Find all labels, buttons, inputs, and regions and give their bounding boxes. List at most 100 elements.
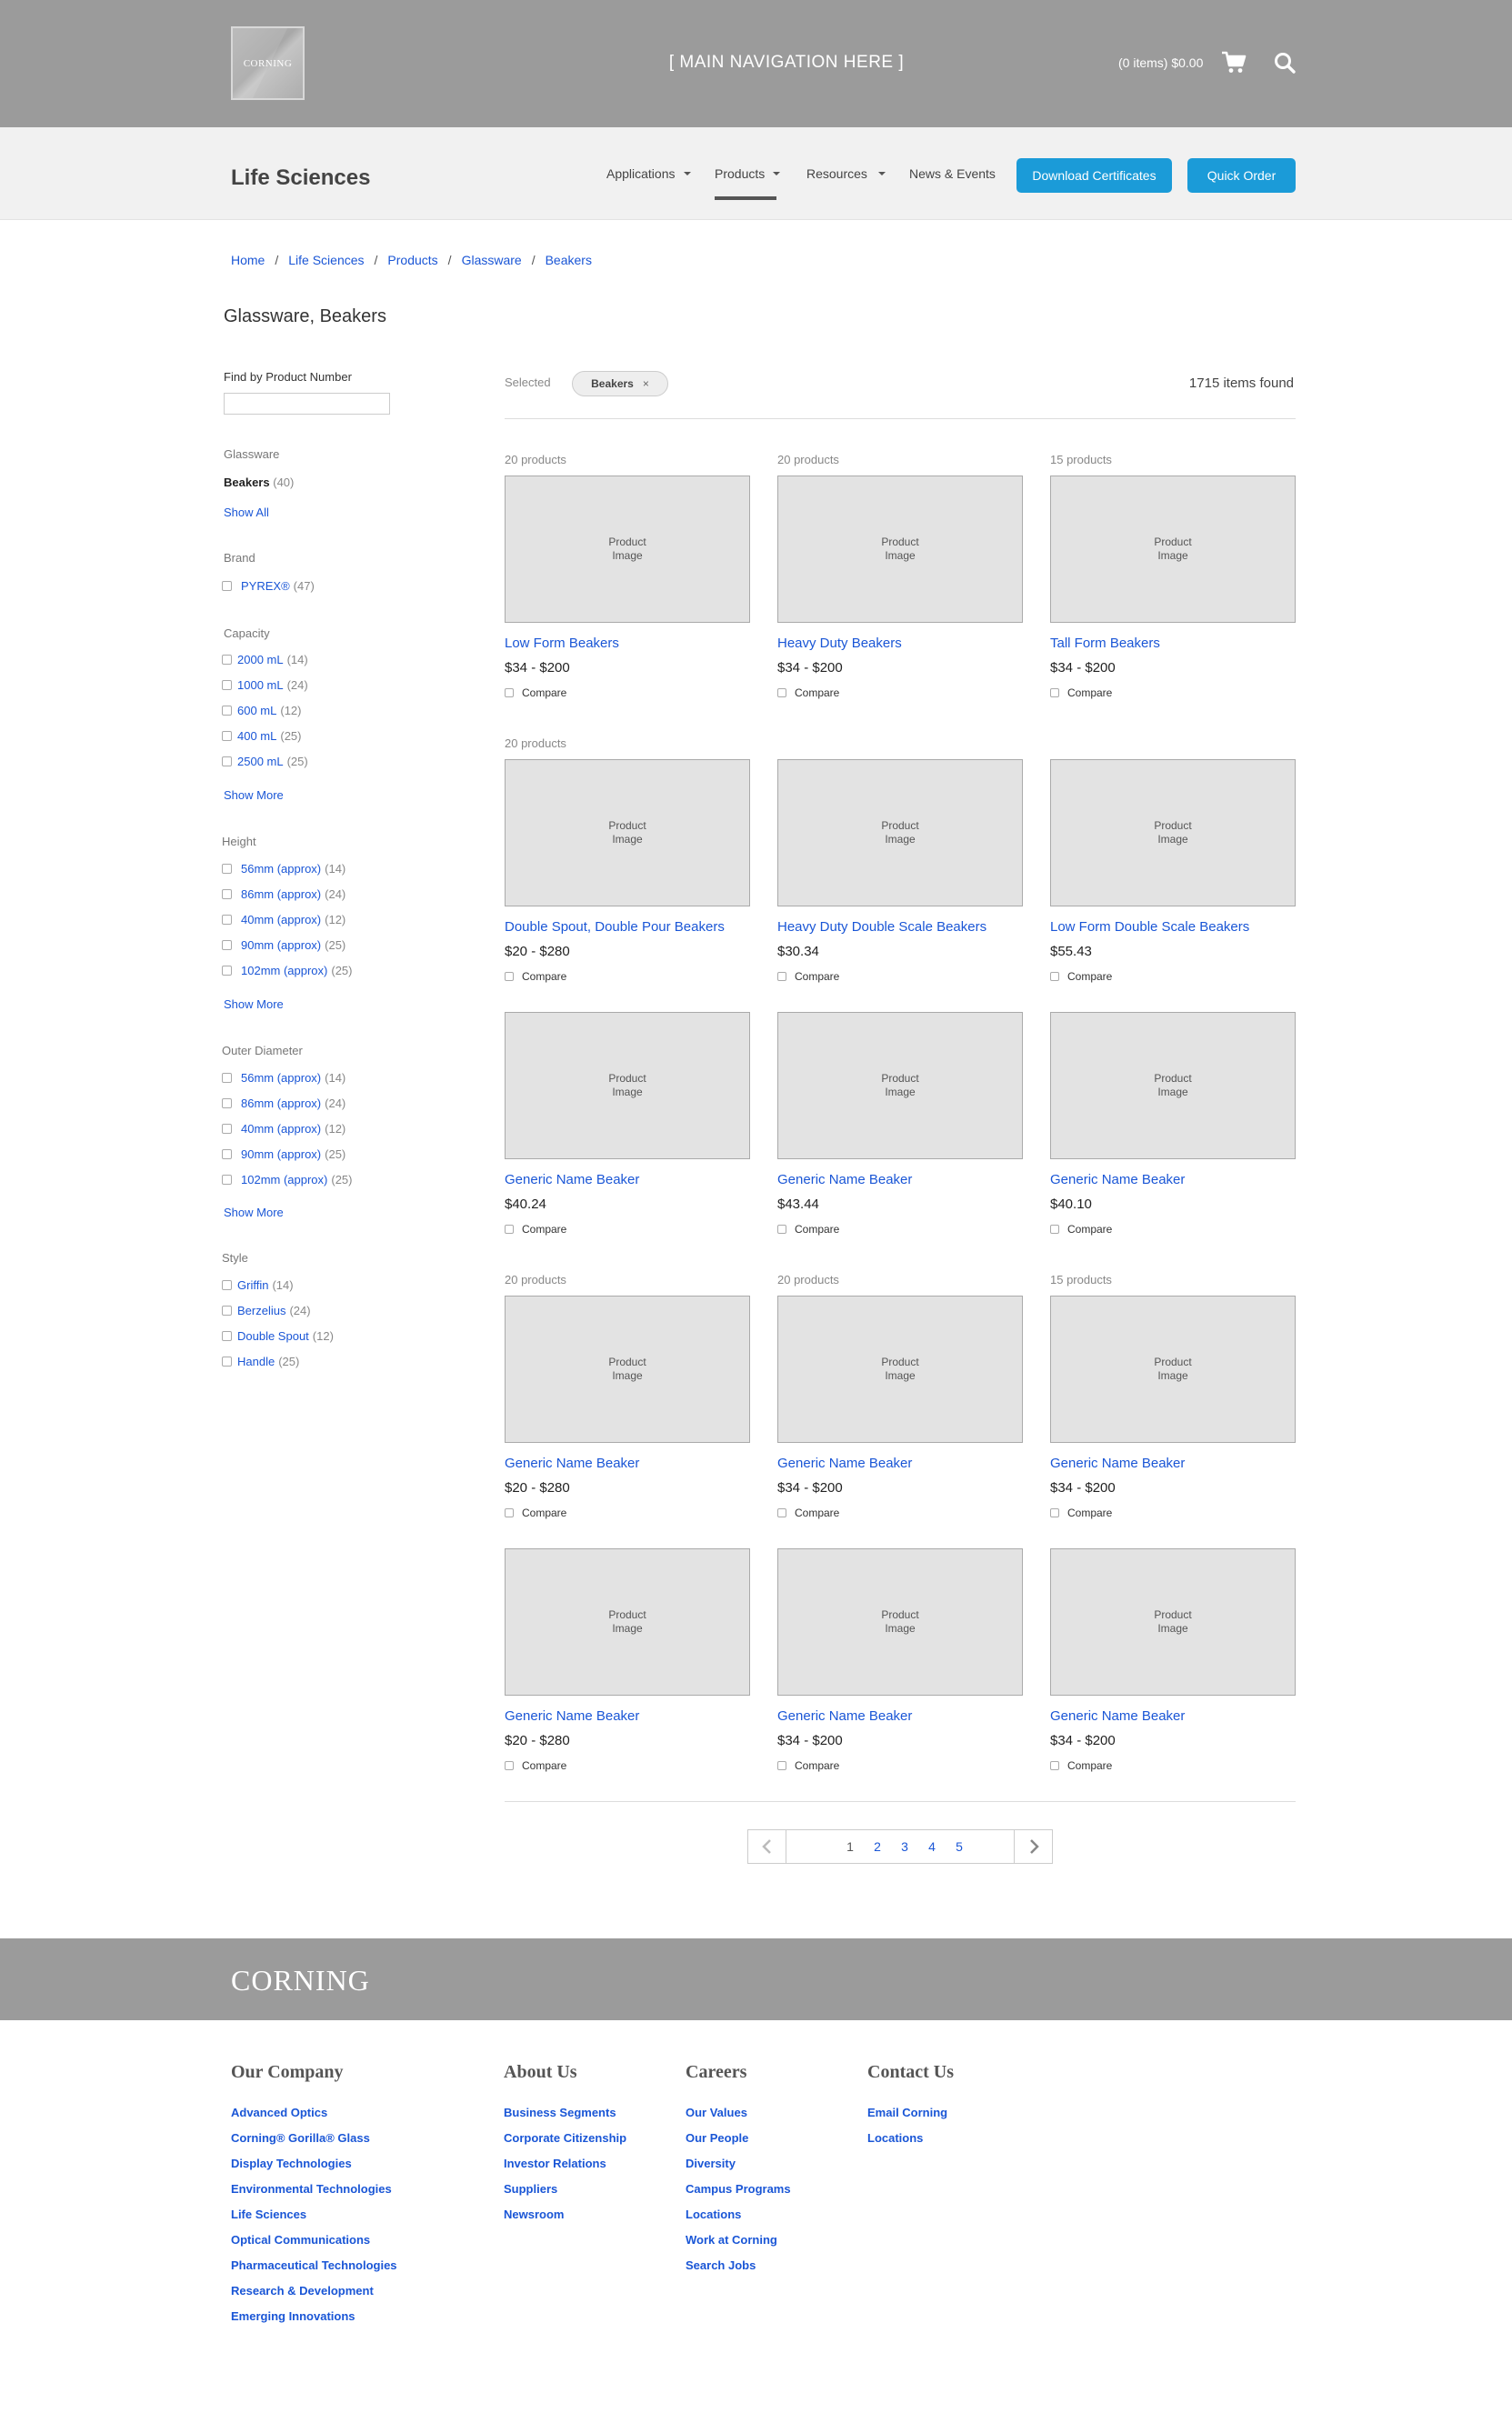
- compare-checkbox[interactable]: [777, 1225, 786, 1234]
- footer-link[interactable]: Research & Development: [231, 2284, 374, 2298]
- footer-link[interactable]: Work at Corning: [686, 2233, 777, 2247]
- close-icon[interactable]: ×: [643, 377, 649, 390]
- footer-link[interactable]: Pharmaceutical Technologies: [231, 2258, 397, 2272]
- next-page-button[interactable]: [1014, 1830, 1052, 1863]
- filter-label[interactable]: 86mm (approx): [241, 887, 321, 901]
- compare-toggle[interactable]: Compare: [505, 1507, 566, 1519]
- page-3[interactable]: 3: [891, 1839, 918, 1854]
- checkbox[interactable]: [222, 1280, 232, 1290]
- product-name-link[interactable]: Generic Name Beaker: [505, 1172, 639, 1187]
- product-name-link[interactable]: Tall Form Beakers: [1050, 636, 1160, 651]
- compare-checkbox[interactable]: [1050, 1761, 1059, 1770]
- checkbox[interactable]: [222, 756, 232, 766]
- compare-toggle[interactable]: Compare: [505, 970, 566, 983]
- checkbox[interactable]: [222, 1073, 232, 1083]
- category-beakers[interactable]: Beakers (40): [224, 476, 294, 489]
- cart-summary[interactable]: (0 items) $0.00: [1118, 55, 1203, 70]
- page-4[interactable]: 4: [918, 1839, 946, 1854]
- checkbox[interactable]: [222, 680, 232, 690]
- product-name-link[interactable]: Generic Name Beaker: [1050, 1708, 1185, 1724]
- filter-outer-90[interactable]: 90mm (approx) (25): [222, 1147, 345, 1161]
- filter-label[interactable]: 600 mL: [237, 704, 276, 717]
- filter-label[interactable]: PYREX®: [241, 579, 290, 593]
- filter-style-double-spout[interactable]: Double Spout (12): [222, 1329, 334, 1343]
- quick-order-button[interactable]: Quick Order: [1187, 158, 1296, 193]
- footer-link[interactable]: Environmental Technologies: [231, 2182, 392, 2196]
- breadcrumb-home[interactable]: Home: [231, 253, 265, 267]
- checkbox[interactable]: [222, 706, 232, 716]
- compare-checkbox[interactable]: [1050, 688, 1059, 697]
- product-image[interactable]: Product Image: [505, 1012, 750, 1159]
- compare-checkbox[interactable]: [777, 1508, 786, 1517]
- filter-style-berzelius[interactable]: Berzelius (24): [222, 1304, 311, 1317]
- filter-capacity-2500[interactable]: 2500 mL (25): [222, 755, 308, 768]
- product-name-link[interactable]: Generic Name Beaker: [1050, 1172, 1185, 1187]
- footer-link[interactable]: Locations: [686, 2208, 741, 2221]
- breadcrumb-life-sciences[interactable]: Life Sciences: [288, 253, 364, 267]
- filter-outer-40[interactable]: 40mm (approx) (12): [222, 1122, 345, 1136]
- checkbox[interactable]: [222, 655, 232, 665]
- footer-link[interactable]: Our Values: [686, 2106, 747, 2119]
- subnav-applications[interactable]: Applications: [606, 166, 691, 181]
- subnav-resources[interactable]: Resources: [806, 166, 886, 181]
- product-image[interactable]: Product Image: [777, 476, 1023, 623]
- page-5[interactable]: 5: [946, 1839, 973, 1854]
- product-image[interactable]: Product Image: [1050, 1296, 1296, 1443]
- footer-link[interactable]: Emerging Innovations: [231, 2309, 355, 2323]
- product-image[interactable]: Product Image: [777, 1548, 1023, 1696]
- filter-height-90[interactable]: 90mm (approx) (25): [222, 938, 345, 952]
- checkbox[interactable]: [222, 889, 232, 899]
- filter-outer-102[interactable]: 102mm (approx) (25): [222, 1173, 353, 1186]
- product-name-link[interactable]: Generic Name Beaker: [777, 1708, 912, 1724]
- filter-height-56[interactable]: 56mm (approx) (14): [222, 862, 345, 876]
- checkbox[interactable]: [222, 940, 232, 950]
- filter-label[interactable]: 1000 mL: [237, 678, 284, 692]
- compare-toggle[interactable]: Compare: [777, 970, 839, 983]
- footer-link[interactable]: Our People: [686, 2131, 748, 2145]
- filter-height-40[interactable]: 40mm (approx) (12): [222, 913, 345, 926]
- filter-height-102[interactable]: 102mm (approx) (25): [222, 964, 353, 977]
- product-name-link[interactable]: Double Spout, Double Pour Beakers: [505, 919, 725, 935]
- compare-checkbox[interactable]: [777, 972, 786, 981]
- compare-checkbox[interactable]: [1050, 972, 1059, 981]
- product-number-input[interactable]: [224, 393, 390, 415]
- footer-link[interactable]: Business Segments: [504, 2106, 616, 2119]
- compare-toggle[interactable]: Compare: [777, 1223, 839, 1236]
- compare-checkbox[interactable]: [777, 688, 786, 697]
- filter-label[interactable]: 400 mL: [237, 729, 276, 743]
- compare-toggle[interactable]: Compare: [1050, 1759, 1112, 1772]
- compare-checkbox[interactable]: [505, 1508, 514, 1517]
- filter-label[interactable]: 90mm (approx): [241, 938, 321, 952]
- breadcrumb-beakers[interactable]: Beakers: [546, 253, 592, 267]
- filter-label[interactable]: 2000 mL: [237, 653, 284, 666]
- filter-label[interactable]: 90mm (approx): [241, 1147, 321, 1161]
- compare-toggle[interactable]: Compare: [505, 1759, 566, 1772]
- compare-toggle[interactable]: Compare: [505, 1223, 566, 1236]
- footer-link[interactable]: Email Corning: [867, 2106, 947, 2119]
- footer-link[interactable]: Diversity: [686, 2157, 736, 2170]
- product-name-link[interactable]: Heavy Duty Double Scale Beakers: [777, 919, 986, 935]
- filter-brand-pyrex[interactable]: PYREX® (47): [222, 579, 315, 593]
- checkbox[interactable]: [222, 1306, 232, 1316]
- filter-capacity-400[interactable]: 400 mL (25): [222, 729, 302, 743]
- footer-link[interactable]: Corning® Gorilla® Glass: [231, 2131, 370, 2145]
- product-image[interactable]: Product Image: [1050, 759, 1296, 906]
- filter-label[interactable]: Griffin: [237, 1278, 268, 1292]
- filter-style-griffin[interactable]: Griffin (14): [222, 1278, 294, 1292]
- page-1[interactable]: 1: [836, 1839, 864, 1854]
- product-name-link[interactable]: Low Form Double Scale Beakers: [1050, 919, 1249, 935]
- footer-link[interactable]: Investor Relations: [504, 2157, 606, 2170]
- compare-toggle[interactable]: Compare: [1050, 1223, 1112, 1236]
- subnav-news-events[interactable]: News & Events: [909, 166, 996, 181]
- filter-capacity-600[interactable]: 600 mL (12): [222, 704, 302, 717]
- checkbox[interactable]: [222, 966, 232, 976]
- filter-label[interactable]: 86mm (approx): [241, 1096, 321, 1110]
- height-show-more-link[interactable]: Show More: [224, 997, 284, 1011]
- cart-icon[interactable]: [1221, 51, 1247, 75]
- filter-label[interactable]: 2500 mL: [237, 755, 284, 768]
- breadcrumb-glassware[interactable]: Glassware: [462, 253, 522, 267]
- product-name-link[interactable]: Generic Name Beaker: [777, 1456, 912, 1471]
- product-image[interactable]: Product Image: [505, 476, 750, 623]
- compare-toggle[interactable]: Compare: [777, 686, 839, 699]
- filter-capacity-2000[interactable]: 2000 mL (14): [222, 653, 308, 666]
